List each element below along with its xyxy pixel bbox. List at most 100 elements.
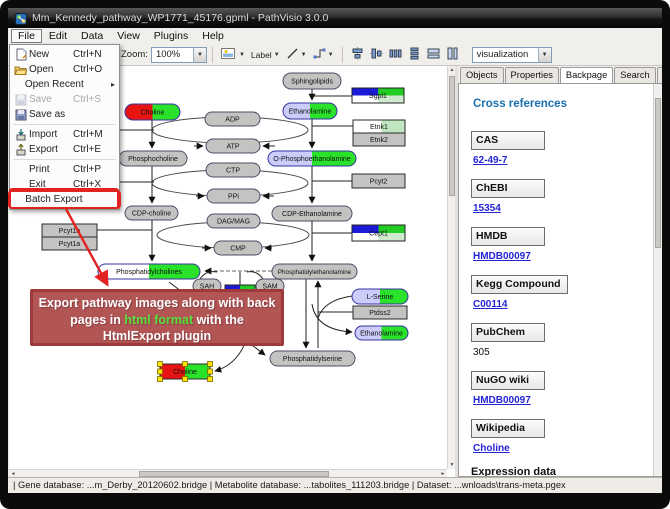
pathway-node-ptdss2[interactable]: Ptdss2	[353, 306, 407, 319]
selection-handle[interactable]	[208, 377, 213, 382]
pathway-node-phosphatidylethanolamine[interactable]: Phosphatidylethanolamine	[272, 264, 357, 279]
pathway-node-cdp-choline[interactable]: CDP-choline	[125, 206, 178, 220]
line-dropdown-icon	[286, 47, 299, 63]
pathway-node-cdp-ethanolamine[interactable]: CDP-Ethanolamine	[272, 206, 352, 221]
crossref-link[interactable]: Choline	[473, 443, 661, 454]
file-menu-item-import[interactable]: ImportCtrl+M	[10, 127, 119, 142]
connector-dropdown-button[interactable]: ▼	[311, 46, 336, 64]
pathway-node-choline[interactable]: Choline	[125, 104, 180, 120]
crossref-link[interactable]: HMDB00097	[473, 395, 661, 406]
tab-search[interactable]: Search	[614, 67, 655, 83]
zoom-combobox[interactable]: 100% ▼	[151, 47, 207, 63]
crossref-db-title: HMDB	[471, 227, 545, 246]
canvas-vertical-scrollbar[interactable]: ▲ ▼	[447, 66, 455, 469]
screenshot-root: Mm_Kennedy_pathway_WP1771_45176.gpml - P…	[0, 0, 670, 509]
pathway-node-pcyt1b[interactable]: Pcyt1b	[42, 224, 97, 237]
selection-handle[interactable]	[158, 377, 163, 382]
node-label: CTP	[226, 167, 240, 174]
window-title: Mm_Kennedy_pathway_WP1771_45176.gpml - P…	[32, 8, 328, 28]
side-panel-tabs: ObjectsPropertiesBackpageSearchLegend	[458, 66, 662, 83]
label-dropdown-button[interactable]: Label▼	[249, 46, 282, 64]
line-dropdown-button[interactable]: ▼	[284, 46, 309, 64]
pathway-node-choline-selected[interactable]: Choline	[158, 362, 213, 382]
tab-legend[interactable]: Legend	[657, 67, 662, 83]
crossref-link[interactable]: HMDB00097	[473, 251, 661, 262]
dropdown-arrow-icon[interactable]: ▼	[328, 52, 334, 58]
pathway-node-ethanolamine-2[interactable]: Ethanolamine	[355, 326, 408, 340]
file-menu-item-batch-export[interactable]: Batch Export	[10, 192, 119, 207]
file-menu-item-save[interactable]: SaveCtrl+S	[10, 92, 119, 107]
align-center-y-button[interactable]	[368, 46, 385, 64]
pathway-node-ctp[interactable]: CTP	[206, 163, 260, 177]
pathway-node-etnk2[interactable]: Etnk2	[353, 133, 405, 146]
dropdown-arrow-icon[interactable]: ▼	[239, 52, 245, 58]
pathvisio-window: Mm_Kennedy_pathway_WP1771_45176.gpml - P…	[8, 8, 662, 493]
tab-objects[interactable]: Objects	[460, 67, 504, 83]
file-menu-item-save-as[interactable]: Save as	[10, 107, 119, 122]
node-label: Pcyt1a	[59, 241, 81, 248]
visualization-combobox[interactable]: visualization ▼	[472, 47, 552, 63]
menubar: FileEditDataViewPluginsHelp	[8, 28, 662, 44]
tab-backpage[interactable]: Backpage	[560, 67, 613, 83]
dropdown-arrow-icon[interactable]: ▼	[193, 48, 206, 62]
menu-view[interactable]: View	[110, 29, 147, 43]
dropdown-arrow-icon[interactable]: ▼	[301, 52, 307, 58]
menu-plugins[interactable]: Plugins	[147, 29, 195, 43]
open-folder-icon	[12, 64, 29, 76]
menu-data[interactable]: Data	[74, 29, 110, 43]
save-as-icon	[12, 109, 29, 121]
pathway-node-cept1[interactable]: Cept1	[352, 225, 405, 241]
dropdown-arrow-icon[interactable]: ▼	[538, 48, 551, 62]
crossref-link[interactable]: C00114	[473, 299, 661, 310]
pathway-node-sgpl1[interactable]: Sgpl1	[352, 88, 404, 103]
menu-help[interactable]: Help	[195, 29, 231, 43]
pathway-node-phosphatidylcholines[interactable]: Phosphatidylcholines	[98, 264, 200, 279]
menu-edit[interactable]: Edit	[42, 29, 74, 43]
file-menu-item-open[interactable]: OpenCtrl+O	[10, 62, 119, 77]
pathway-node-sphingolipids[interactable]: Sphingolipids	[283, 73, 341, 89]
pathway-node-ppi[interactable]: PPi	[207, 189, 260, 203]
distribute-vertical-button[interactable]	[406, 46, 423, 64]
datanode-dropdown-button[interactable]: ▼	[219, 46, 247, 64]
selection-handle[interactable]	[208, 369, 213, 374]
panel-vertical-scrollbar[interactable]	[653, 84, 662, 476]
file-menu-item-open-recent[interactable]: Open Recent▸	[10, 77, 119, 92]
tab-properties[interactable]: Properties	[505, 67, 559, 83]
pathway-node-cmp[interactable]: CMP	[214, 241, 262, 255]
file-menu-item-export[interactable]: ExportCtrl+E	[10, 142, 119, 157]
crossref-link[interactable]: 15354	[473, 203, 661, 214]
pathway-node-pcyt2[interactable]: Pcyt2	[352, 174, 405, 188]
dropdown-arrow-icon[interactable]: ▼	[274, 52, 280, 58]
pathway-node-ethanolamine[interactable]: Ethanolamine	[283, 103, 337, 119]
pathway-node-o-phosphoethanolamine[interactable]: O-Phosphoethanolamine	[268, 151, 356, 166]
label-dropdown-label: Label	[251, 50, 272, 60]
pathway-node-etnk1[interactable]: Etnk1	[353, 120, 405, 133]
menu-file[interactable]: File	[11, 29, 42, 43]
pathway-node-atp[interactable]: ATP	[206, 139, 260, 153]
match-width-button[interactable]	[425, 46, 442, 64]
pathway-node-adp[interactable]: ADP	[205, 112, 260, 126]
pathway-node-dag[interactable]: DAG/MAG	[207, 214, 260, 228]
file-menu-item-exit[interactable]: ExitCtrl+X	[10, 177, 119, 192]
selection-handle[interactable]	[183, 377, 188, 382]
pathway-node-pcyt1a[interactable]: Pcyt1a	[42, 237, 97, 250]
node-label: Pcyt1b	[59, 228, 81, 235]
title-bar[interactable]: Mm_Kennedy_pathway_WP1771_45176.gpml - P…	[8, 8, 662, 28]
selection-handle[interactable]	[183, 362, 188, 367]
selection-handle[interactable]	[158, 362, 163, 367]
file-menu-item-print[interactable]: PrintCtrl+P	[10, 162, 119, 177]
align-center-x-button[interactable]	[349, 46, 366, 64]
selection-handle[interactable]	[208, 362, 213, 367]
selection-handle[interactable]	[158, 369, 163, 374]
match-height-button[interactable]	[444, 46, 461, 64]
crossref-link[interactable]: 62-49-7	[473, 155, 661, 166]
file-menu-item-new[interactable]: NewCtrl+N	[10, 47, 119, 62]
pathway-node-l-serine[interactable]: L-Serine	[352, 289, 408, 304]
distribute-horizontal-button[interactable]	[387, 46, 404, 64]
canvas-horizontal-scrollbar[interactable]: ◄ ►	[9, 469, 447, 477]
scrollbar-thumb[interactable]	[655, 98, 661, 248]
pathway-node-phosphatidylserine[interactable]: Phosphatidylserine	[270, 351, 355, 366]
expression-data-heading: Expression data	[471, 466, 661, 477]
pathway-node-phosphocholine[interactable]: Phosphocholine	[119, 151, 187, 166]
node-label: CMP	[230, 245, 246, 252]
